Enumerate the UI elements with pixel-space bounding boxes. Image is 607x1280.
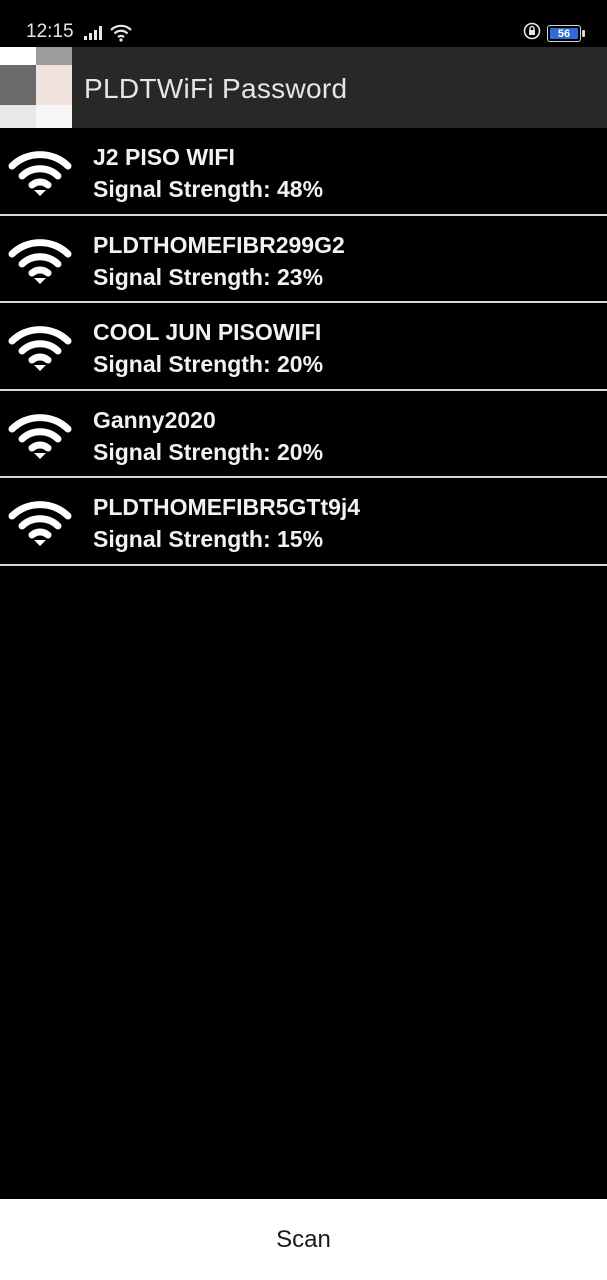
scan-button-label: Scan xyxy=(276,1225,331,1253)
lock-rotation-icon xyxy=(523,22,541,45)
page-title: PLDTWiFi Password xyxy=(84,73,348,104)
wifi-network-name: PLDTHOMEFIBR5GTt9j4 xyxy=(93,494,361,520)
wifi-signal-strength: Signal Strength: 20% xyxy=(93,438,324,465)
wifi-network-list: J2 PISO WIFI Signal Strength: 48% PLDTHO… xyxy=(0,128,607,566)
status-right: 56 xyxy=(523,22,585,45)
scan-button[interactable]: Scan xyxy=(0,1199,607,1280)
wifi-icon xyxy=(8,326,72,371)
wifi-icon xyxy=(8,413,72,459)
wifi-network-item[interactable]: COOL JUN PISOWIFI Signal Strength: 20% xyxy=(0,303,607,391)
status-bar: 12:15 56 xyxy=(0,0,607,47)
wifi-network-item[interactable]: PLDTHOMEFIBR5GTt9j4 Signal Strength: 15% xyxy=(0,478,607,566)
wifi-icon xyxy=(8,238,72,284)
wifi-network-item[interactable]: PLDTHOMEFIBR299G2 Signal Strength: 23% xyxy=(0,216,607,303)
screen: 12:15 56 PLDTWiFi Password J2 PISO WIFI … xyxy=(0,0,607,1280)
battery-level: 56 xyxy=(557,27,571,40)
wifi-signal-strength: Signal Strength: 48% xyxy=(93,176,324,202)
wifi-network-name: COOL JUN PISOWIFI xyxy=(93,319,322,345)
wifi-icon xyxy=(8,151,72,196)
wifi-network-name: PLDTHOMEFIBR299G2 xyxy=(93,231,345,258)
wifi-network-item[interactable]: Ganny2020 Signal Strength: 20% xyxy=(0,391,607,478)
signal-icon xyxy=(84,26,104,45)
wifi-signal-strength: Signal Strength: 20% xyxy=(93,351,324,377)
battery-tip xyxy=(582,30,585,37)
wifi-signal-strength: Signal Strength: 15% xyxy=(93,526,324,552)
wifi-status-icon xyxy=(110,24,132,47)
wifi-network-name: Ganny2020 xyxy=(93,406,216,433)
wifi-icon xyxy=(8,501,72,546)
wifi-network-item[interactable]: J2 PISO WIFI Signal Strength: 48% xyxy=(0,128,607,216)
wifi-network-name: J2 PISO WIFI xyxy=(93,144,235,170)
wifi-signal-strength: Signal Strength: 23% xyxy=(93,263,324,290)
app-bar: PLDTWiFi Password xyxy=(0,47,607,128)
status-time: 12:15 xyxy=(26,21,74,42)
app-logo xyxy=(0,47,72,128)
battery-icon: 56 xyxy=(547,25,585,42)
